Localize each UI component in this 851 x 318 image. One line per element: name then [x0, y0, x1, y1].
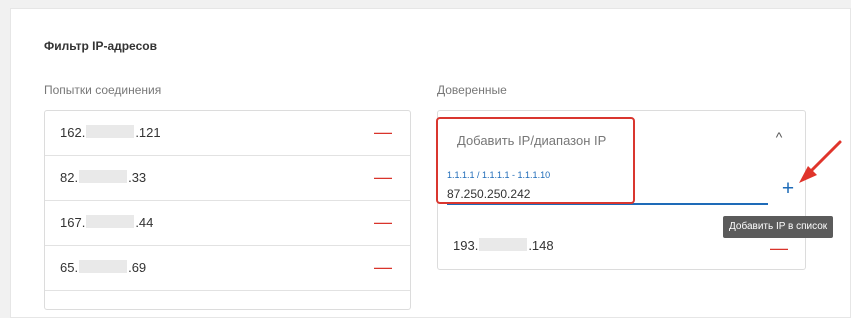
masked-segment	[479, 238, 528, 251]
masked-segment	[79, 170, 128, 183]
attempt-ip: 65. .69	[60, 260, 147, 275]
trusted-ip: 193. .148	[453, 238, 554, 253]
trusted-title: Доверенные	[437, 83, 507, 97]
section-title: Фильтр IP-адресов	[44, 39, 157, 53]
highlight-box	[436, 117, 635, 204]
add-ip-tooltip: Добавить IP в список	[723, 216, 834, 238]
masked-segment	[86, 215, 135, 228]
arrow-icon	[799, 140, 842, 183]
remove-icon[interactable]: —	[374, 168, 392, 186]
attempt-row: 162. .121 —	[45, 111, 410, 156]
attempts-list: 162. .121 — 82. .33 — 167. .44 — 65. .69 —	[44, 110, 411, 310]
chevron-up-icon[interactable]: ^	[774, 130, 784, 144]
attempt-ip: 162. .121	[60, 125, 161, 140]
remove-icon[interactable]: —	[374, 123, 392, 141]
remove-icon[interactable]: —	[770, 239, 788, 257]
attempt-row: 167. .44 —	[45, 201, 410, 246]
attempts-title: Попытки соединения	[44, 83, 162, 97]
masked-segment	[79, 260, 128, 273]
attempt-row: 65. .69 —	[45, 246, 410, 291]
attempt-ip: 82. .33	[60, 170, 147, 185]
remove-icon[interactable]: —	[374, 213, 392, 231]
masked-segment	[86, 125, 135, 138]
attempt-row: 82. .33 —	[45, 156, 410, 201]
attempt-ip: 167. .44	[60, 215, 154, 230]
remove-icon[interactable]: —	[374, 258, 392, 276]
